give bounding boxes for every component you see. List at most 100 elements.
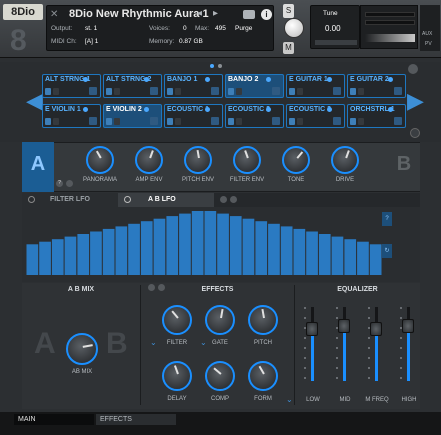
fx-knob-1[interactable] bbox=[205, 305, 235, 335]
eq-fader-handle[interactable] bbox=[306, 322, 318, 337]
lfo-step-editor[interactable] bbox=[22, 207, 420, 282]
ab-mix-knob[interactable] bbox=[66, 333, 98, 365]
slot-a-toggle[interactable] bbox=[106, 88, 112, 95]
midi-channel-value[interactable]: [A] 1 bbox=[85, 38, 98, 45]
help-icon[interactable]: ? bbox=[56, 180, 63, 187]
slot-power-icon[interactable] bbox=[327, 107, 332, 112]
purge-menu[interactable]: Purge bbox=[235, 25, 252, 32]
slot-b-toggle[interactable] bbox=[175, 118, 181, 125]
pan-slider[interactable] bbox=[315, 40, 357, 45]
page-dot-1[interactable] bbox=[210, 64, 214, 68]
lfo-step[interactable] bbox=[318, 234, 331, 275]
slot-b-toggle[interactable] bbox=[358, 88, 364, 95]
lfo-step[interactable] bbox=[293, 228, 306, 275]
slot-b-toggle[interactable] bbox=[53, 88, 59, 95]
lfo-step[interactable] bbox=[217, 213, 229, 275]
ab-knob-4[interactable] bbox=[282, 146, 310, 174]
camera-icon[interactable] bbox=[243, 10, 255, 19]
tab-filter-lfo[interactable]: FILTER LFO bbox=[22, 193, 118, 207]
slot-a-toggle[interactable] bbox=[289, 88, 295, 95]
slot-a-toggle[interactable] bbox=[228, 118, 234, 125]
slot-power-icon[interactable] bbox=[205, 107, 210, 112]
lfo-reset-button[interactable]: ↻ bbox=[382, 244, 392, 258]
slot-a-toggle[interactable] bbox=[350, 88, 356, 95]
gear-icon[interactable] bbox=[408, 64, 418, 74]
slot-5[interactable]: E GUITAR 2 bbox=[347, 74, 406, 98]
instrument-name[interactable]: 8Dio New Rhythmic Aura 1 bbox=[69, 8, 209, 20]
slot-keyswitch-icon[interactable] bbox=[211, 87, 219, 95]
lfo-step[interactable] bbox=[26, 244, 39, 275]
slot-power-icon[interactable] bbox=[144, 107, 149, 112]
eq-fader-handle[interactable] bbox=[402, 318, 414, 333]
sync-icon[interactable] bbox=[410, 128, 420, 138]
lfo-step[interactable] bbox=[115, 226, 128, 275]
slot-keyswitch-icon[interactable] bbox=[394, 117, 402, 125]
prev-page-arrow-icon[interactable]: ◀ bbox=[26, 86, 43, 116]
lfo-step[interactable] bbox=[344, 239, 357, 275]
slot-4[interactable]: E GUITAR 1 bbox=[286, 74, 345, 98]
chevron-down-icon[interactable]: ⌄ bbox=[150, 338, 157, 347]
lfo-step[interactable] bbox=[280, 226, 293, 275]
lfo-step[interactable] bbox=[90, 231, 102, 276]
slot-keyswitch-icon[interactable] bbox=[272, 87, 280, 95]
slot-a-toggle[interactable] bbox=[106, 118, 112, 125]
slot-power-icon[interactable] bbox=[205, 77, 210, 82]
slot-power-icon[interactable] bbox=[266, 77, 271, 82]
fx-knob-2[interactable] bbox=[248, 305, 278, 335]
slot-a-toggle[interactable] bbox=[228, 88, 234, 95]
mute-button[interactable]: M bbox=[283, 42, 294, 54]
slot-a-toggle[interactable] bbox=[45, 118, 51, 125]
ab-knob-5[interactable] bbox=[331, 146, 359, 174]
lfo-help-button[interactable]: ? bbox=[382, 212, 392, 226]
slot-power-icon[interactable] bbox=[83, 107, 88, 112]
slot-keyswitch-icon[interactable] bbox=[89, 87, 97, 95]
prev-instrument-icon[interactable]: ◀ bbox=[197, 9, 202, 17]
slot-b-toggle[interactable] bbox=[358, 118, 364, 125]
lfo-step[interactable] bbox=[39, 241, 51, 275]
slot-b-toggle[interactable] bbox=[297, 118, 303, 125]
slot-8[interactable]: ECOUSTIC 1 bbox=[164, 104, 223, 128]
slot-b-toggle[interactable] bbox=[236, 88, 242, 95]
slot-a-toggle[interactable] bbox=[45, 88, 51, 95]
slot-keyswitch-icon[interactable] bbox=[333, 117, 341, 125]
effects-reset-icon[interactable] bbox=[158, 284, 165, 291]
tab-ab-lfo[interactable]: A B LFO bbox=[118, 193, 214, 207]
lfo-step[interactable] bbox=[166, 216, 179, 275]
slot-11[interactable]: ORCHSTRL 1 bbox=[347, 104, 406, 128]
eq-fader-handle[interactable] bbox=[370, 322, 382, 337]
chevron-down-icon[interactable]: ⌄ bbox=[200, 338, 207, 347]
slot-6[interactable]: E VIOLIN 1 bbox=[42, 104, 101, 128]
lfo-step[interactable] bbox=[242, 218, 255, 275]
slot-b-toggle[interactable] bbox=[236, 118, 242, 125]
lfo-step[interactable] bbox=[128, 223, 140, 275]
next-instrument-icon[interactable]: ▶ bbox=[213, 9, 218, 17]
solo-button[interactable]: S bbox=[283, 4, 294, 18]
slot-a-toggle[interactable] bbox=[167, 118, 173, 125]
power-icon[interactable] bbox=[124, 196, 131, 203]
slot-power-icon[interactable] bbox=[83, 77, 88, 82]
eq-fader-handle[interactable] bbox=[338, 318, 350, 333]
slot-keyswitch-icon[interactable] bbox=[150, 117, 158, 125]
lfo-step[interactable] bbox=[204, 211, 217, 275]
slot-9[interactable]: ECOUSTIC 2 bbox=[225, 104, 284, 128]
page-dot-2[interactable] bbox=[218, 64, 222, 68]
slot-power-icon[interactable] bbox=[266, 107, 271, 112]
slot-b-toggle[interactable] bbox=[297, 88, 303, 95]
tab-main[interactable]: MAIN bbox=[14, 414, 94, 425]
slot-7[interactable]: E VIOLIN 2 bbox=[103, 104, 162, 128]
slot-1[interactable]: ALT STRNG 2 bbox=[103, 74, 162, 98]
chevron-down-icon[interactable]: ⌄ bbox=[286, 395, 293, 404]
slot-power-icon[interactable] bbox=[144, 77, 149, 82]
fx-knob-4[interactable] bbox=[205, 361, 235, 391]
slot-a-toggle[interactable] bbox=[167, 88, 173, 95]
fx-knob-0[interactable] bbox=[162, 305, 192, 335]
lfo-step[interactable] bbox=[357, 241, 369, 275]
logo-button[interactable]: 8Dio bbox=[3, 4, 43, 20]
lfo-step[interactable] bbox=[191, 211, 204, 275]
lfo-step[interactable] bbox=[77, 234, 90, 275]
lfo-step[interactable] bbox=[369, 244, 382, 275]
slot-a-toggle[interactable] bbox=[289, 118, 295, 125]
lfo-step[interactable] bbox=[51, 239, 64, 275]
output-value[interactable]: st. 1 bbox=[85, 25, 97, 32]
lfo-step[interactable] bbox=[102, 228, 115, 275]
